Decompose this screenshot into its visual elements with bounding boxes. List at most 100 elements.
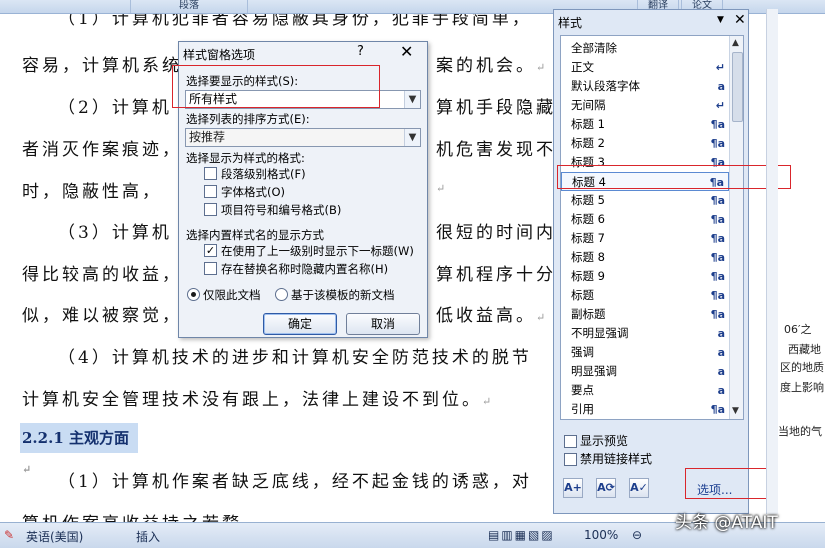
doc-fragment: 度上影响: [780, 381, 824, 394]
ok-button[interactable]: 确定: [263, 313, 337, 335]
paragraph-format-checkbox[interactable]: [204, 167, 217, 180]
sort-label: 选择列表的排序方式(E):: [186, 112, 310, 126]
style-item[interactable]: 标题 1 ¶a: [561, 115, 729, 134]
show-styles-value: 所有样式: [189, 92, 238, 106]
style-item-selected[interactable]: 标题 4 ¶a: [561, 172, 729, 191]
hide-builtin-name-checkbox[interactable]: [204, 262, 217, 275]
pane-title: 样式: [558, 16, 583, 30]
style-item[interactable]: 明显强调 a: [561, 362, 729, 381]
style-item[interactable]: 标题 7 ¶a: [561, 229, 729, 248]
style-pane-options-dialog: 样式窗格选项 ? ✕ 选择要显示的样式(S): 所有样式 ▼ 选择列表的排序方式…: [172, 41, 428, 338]
style-item[interactable]: 不明显强调 a: [561, 324, 729, 343]
watermark: 头条 @ATAIT: [675, 513, 778, 533]
format-label: 选择显示为样式的格式:: [186, 151, 305, 165]
show-next-heading-label: 在使用了上一级别时显示下一标题(W): [221, 244, 414, 258]
style-inspector-icon[interactable]: A⟳: [596, 478, 616, 498]
style-item[interactable]: 标题 8 ¶a: [561, 248, 729, 267]
doc-line: 算机作案高收益持之若骛。: [22, 509, 262, 522]
scroll-down-icon[interactable]: ▼: [732, 406, 739, 416]
chevron-down-icon[interactable]: ▼: [404, 129, 420, 146]
doc-line: 容易，计算机系统: [22, 56, 182, 76]
show-styles-select[interactable]: 所有样式 ▼: [185, 90, 421, 109]
bullet-format-label: 项目符号和编号格式(B): [221, 203, 342, 217]
doc-line: 机危害发现不: [436, 140, 556, 160]
doc-line: ↵: [436, 182, 449, 195]
doc-line: （2）计算机: [58, 98, 172, 118]
font-format-label: 字体格式(O): [221, 185, 286, 199]
style-item[interactable]: 标题 9 ¶a: [561, 267, 729, 286]
scroll-up-icon[interactable]: ▲: [732, 38, 739, 48]
doc-fragment: 西藏地: [788, 343, 821, 356]
doc-line: 似，难以被察觉，: [22, 306, 182, 326]
document-scrollbar[interactable]: [766, 9, 778, 514]
show-preview-checkbox[interactable]: [564, 435, 577, 448]
view-buttons-icon[interactable]: ▤▥▦▧▨: [488, 528, 555, 542]
hide-builtin-name-label: 存在替换名称时隐藏内置名称(H): [221, 262, 389, 276]
show-styles-label: 选择要显示的样式(S):: [186, 74, 299, 88]
language-indicator[interactable]: 英语(美国): [26, 528, 83, 545]
style-item[interactable]: 标题 6 ¶a: [561, 210, 729, 229]
ribbon-group-paragraph[interactable]: 段落: [130, 0, 248, 13]
style-item[interactable]: 正文 ↵: [561, 58, 729, 77]
pane-close-icon[interactable]: ✕: [734, 12, 746, 28]
doc-line: 案的机会。↵: [436, 56, 549, 76]
zoom-level[interactable]: 100%: [584, 528, 618, 542]
help-button[interactable]: ?: [357, 44, 364, 59]
doc-fragment: 当地的气: [778, 425, 822, 438]
show-preview-option[interactable]: 显示预览: [564, 432, 628, 449]
doc-line: 时，隐蔽性高，: [22, 182, 162, 202]
style-item[interactable]: 无间隔 ↵: [561, 96, 729, 115]
doc-fragment: 区的地质: [780, 361, 824, 374]
style-item[interactable]: 副标题 ¶a: [561, 305, 729, 324]
doc-line: 得比较高的收益，: [22, 265, 182, 285]
doc-line: 计算机安全管理技术没有跟上，法律上建设不到位。↵: [22, 390, 495, 410]
style-item[interactable]: 默认段落字体 a: [561, 77, 729, 96]
doc-fragment: 06′之: [784, 323, 812, 336]
style-item[interactable]: 引用 ¶a: [561, 400, 729, 419]
doc-line: （4）计算机技术的进步和计算机安全防范技术的脱节: [58, 348, 532, 368]
options-link[interactable]: 选项...: [697, 481, 732, 498]
insert-mode-indicator[interactable]: 插入: [136, 528, 160, 545]
zoom-out-icon[interactable]: ⊖: [632, 528, 642, 542]
cancel-button[interactable]: 取消: [346, 313, 420, 335]
doc-line: （1）计算机作案者缺乏底线，经不起金钱的诱惑，对: [58, 472, 532, 492]
new-documents-label: 基于该模板的新文档: [291, 288, 395, 302]
proofing-icon[interactable]: ✎: [4, 528, 14, 542]
style-item[interactable]: 标题 2 ¶a: [561, 134, 729, 153]
chevron-down-icon[interactable]: ▼: [404, 91, 420, 108]
sort-value: 按推荐: [189, 130, 226, 144]
style-item[interactable]: 标题 3 ¶a: [561, 153, 729, 172]
paragraph-format-label: 段落级别格式(F): [221, 167, 306, 181]
builtin-names-label: 选择内置样式名的显示方式: [186, 228, 324, 242]
dialog-close-button[interactable]: ✕: [400, 42, 413, 61]
doc-line: 算机程序十分: [436, 265, 556, 285]
doc-line: 很短的时间内: [436, 223, 556, 243]
doc-line: 算机手段隐藏: [436, 98, 556, 118]
styles-list-scrollbar[interactable]: ▲ ▼: [729, 36, 743, 419]
scroll-thumb[interactable]: [732, 52, 743, 122]
section-heading: 2.2.1 主观方面↵: [20, 423, 138, 476]
bullet-format-checkbox[interactable]: [204, 203, 217, 216]
new-documents-radio[interactable]: [275, 288, 288, 301]
doc-line: 低收益高。↵: [436, 306, 549, 326]
dialog-title: 样式窗格选项: [183, 48, 256, 62]
new-style-icon[interactable]: A+: [563, 478, 583, 498]
show-next-heading-checkbox[interactable]: ✓: [204, 244, 217, 257]
doc-line: （3）计算机: [58, 223, 172, 243]
style-item[interactable]: 标题 ¶a: [561, 286, 729, 305]
style-item[interactable]: 强调 a: [561, 343, 729, 362]
disable-linked-option[interactable]: 禁用链接样式: [564, 450, 652, 467]
style-item[interactable]: 要点 a: [561, 381, 729, 400]
style-item-clear-all[interactable]: 全部清除: [561, 39, 729, 58]
styles-pane: 样式 ▼ ✕ 全部清除 正文 ↵ 默认段落字体 a 无间隔 ↵ 标题 1 ¶a 标题 2…: [553, 9, 791, 514]
doc-line: （1）计算机犯罪者容易隐蔽其身份，犯罪手段简单，: [58, 14, 532, 29]
chevron-down-icon[interactable]: ▼: [717, 15, 724, 25]
sort-select[interactable]: 按推荐 ▼: [185, 128, 421, 147]
style-item[interactable]: 标题 5 ¶a: [561, 191, 729, 210]
font-format-checkbox[interactable]: [204, 185, 217, 198]
manage-styles-icon[interactable]: A✓: [629, 478, 649, 498]
this-document-label: 仅限此文档: [203, 288, 261, 302]
this-document-radio[interactable]: [187, 288, 200, 301]
styles-list[interactable]: 全部清除 正文 ↵ 默认段落字体 a 无间隔 ↵ 标题 1 ¶a 标题 2 ¶a 标题 3…: [560, 35, 744, 420]
disable-linked-checkbox[interactable]: [564, 453, 577, 466]
